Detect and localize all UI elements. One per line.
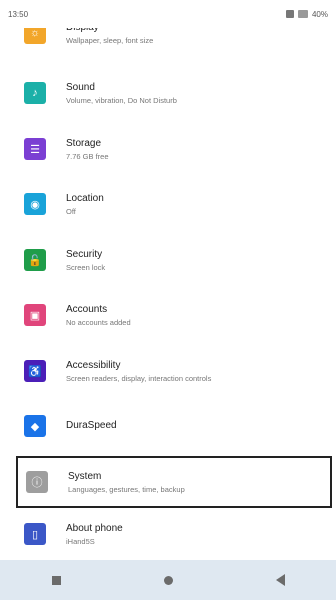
notification-icon <box>285 10 294 18</box>
signal-icon <box>297 10 308 18</box>
system-icon: ⓘ <box>26 471 48 493</box>
settings-item-about-phone[interactable]: ▯ About phone iHand5S <box>16 509 332 559</box>
settings-item-subtitle: Languages, gestures, time, backup <box>68 484 185 494</box>
settings-item-sound[interactable]: ♪ Sound Volume, vibration, Do Not Distur… <box>16 68 332 118</box>
storage-icon: ☰ <box>24 138 46 160</box>
settings-item-subtitle: 7.76 GB free <box>66 151 109 161</box>
status-time: 13:50 <box>8 9 29 19</box>
home-button[interactable] <box>148 565 188 595</box>
lock-icon: 🔓 <box>24 249 46 271</box>
settings-item-subtitle: Screen lock <box>66 262 106 272</box>
settings-item-subtitle: Volume, vibration, Do Not Disturb <box>66 95 177 105</box>
location-icon: ◉ <box>24 193 46 215</box>
status-bar: 13:50 40% <box>0 0 336 28</box>
settings-item-subtitle: Wallpaper, sleep, font size <box>66 35 154 45</box>
settings-item-title: Storage <box>66 137 102 149</box>
settings-item-location[interactable]: ◉ Location Off <box>16 179 332 229</box>
settings-item-accessibility[interactable]: ♿ Accessibility Screen readers, display,… <box>16 346 332 396</box>
duraspeed-icon: ◆ <box>24 415 46 437</box>
status-icons: 40% <box>285 9 328 19</box>
settings-item-subtitle: Off <box>66 206 76 216</box>
settings-item-title: DuraSpeed <box>66 420 117 431</box>
settings-item-title: Location <box>66 192 104 204</box>
settings-item-title: System <box>68 470 102 482</box>
home-icon <box>163 575 173 585</box>
battery-level: 40% <box>311 9 328 19</box>
settings-item-accounts[interactable]: ▣ Accounts No accounts added <box>16 290 332 340</box>
navigation-bar <box>0 560 336 600</box>
back-button[interactable] <box>260 565 300 595</box>
settings-item-title: Security <box>66 248 103 260</box>
settings-item-title: Accounts <box>66 303 108 315</box>
recents-icon <box>51 575 61 585</box>
recents-button[interactable] <box>36 565 76 595</box>
settings-item-subtitle: No accounts added <box>66 317 131 327</box>
settings-item-duraspeed[interactable]: ◆ DuraSpeed <box>16 401 332 451</box>
settings-item-storage[interactable]: ☰ Storage 7.76 GB free <box>16 124 332 174</box>
back-icon <box>275 574 285 586</box>
settings-item-title: Sound <box>66 81 95 93</box>
accounts-icon: ▣ <box>24 304 46 326</box>
about-phone-icon: ▯ <box>24 523 46 545</box>
settings-item-system[interactable]: ⓘ System Languages, gestures, time, back… <box>16 456 332 508</box>
settings-item-subtitle: iHand5S <box>66 536 95 546</box>
settings-item-security[interactable]: 🔓 Security Screen lock <box>16 235 332 285</box>
sound-icon: ♪ <box>24 82 46 104</box>
accessibility-icon: ♿ <box>24 360 46 382</box>
settings-item-subtitle: Screen readers, display, interaction con… <box>66 373 212 383</box>
settings-item-title: About phone <box>66 522 123 534</box>
settings-item-title: Accessibility <box>66 359 121 371</box>
